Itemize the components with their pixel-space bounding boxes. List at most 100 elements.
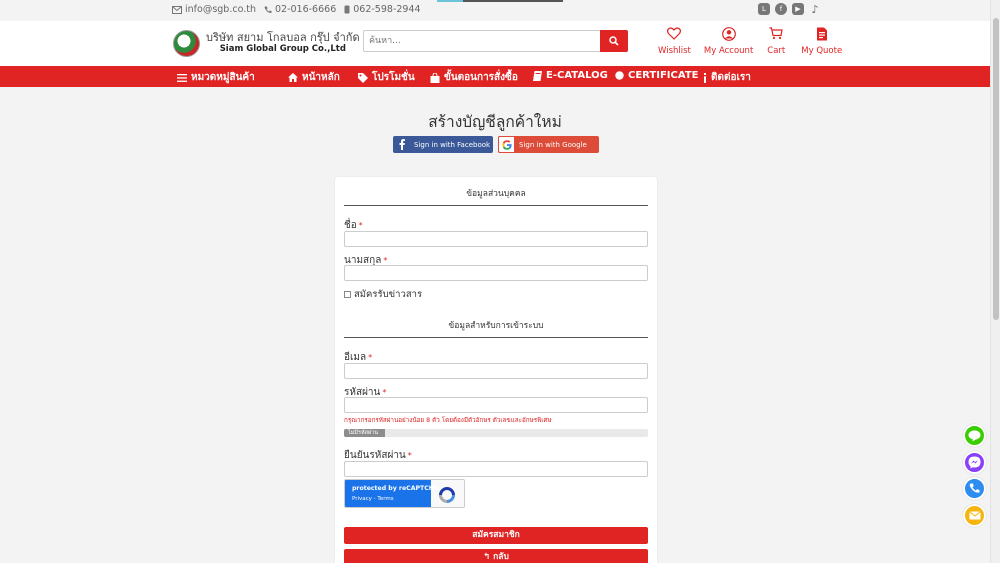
nav-order-steps-label: ขั้นตอนการสั่งซื้อ	[444, 72, 518, 83]
recaptcha-badge: protected by reCAPTCHA Privacy - Terms	[345, 480, 439, 507]
my-quote-button[interactable]: My Quote	[801, 26, 842, 56]
back-arrow-icon: ↰	[483, 552, 494, 562]
nav-contact[interactable]: ติดต่อเรา	[703, 70, 751, 85]
newsletter-checkbox[interactable]	[344, 291, 351, 298]
nav-promotion[interactable]: โปรโมชั่น	[358, 70, 415, 85]
recaptcha-text: protected by reCAPTCHA	[352, 485, 439, 492]
facebook-signin-button[interactable]: Sign in with Facebook	[393, 136, 493, 153]
search-input[interactable]	[364, 31, 599, 51]
cart-icon	[769, 27, 783, 40]
book-icon	[533, 70, 542, 81]
last-name-input[interactable]	[344, 265, 648, 281]
mobile-icon	[344, 5, 350, 14]
nav-categories-label: หมวดหมู่สินค้า	[191, 72, 255, 83]
line-chat-button[interactable]	[963, 424, 986, 447]
phone-text: 02-016-6666	[274, 4, 337, 15]
cart-button[interactable]: Cart	[767, 26, 785, 56]
phone-contact[interactable]: 02-016-6666	[264, 4, 336, 15]
search-icon	[609, 36, 619, 46]
nav-certificate[interactable]: CERTIFICATE	[615, 70, 698, 81]
messenger-button[interactable]	[963, 451, 986, 474]
section-login-info: ข้อมูลสำหรับการเข้าระบบ	[344, 318, 648, 338]
cart-label: Cart	[767, 46, 786, 56]
nav-order-steps[interactable]: ขั้นตอนการสั่งซื้อ	[430, 70, 518, 85]
confirm-password-label-text: ยืนยันรหัสผ่าน	[344, 450, 406, 461]
my-quote-label: My Quote	[801, 46, 843, 56]
search-button[interactable]	[600, 30, 628, 52]
tag-icon	[358, 72, 368, 83]
facebook-icon	[399, 139, 405, 150]
first-name-label-text: ชื่อ	[344, 220, 357, 231]
password-strength-fill: ไม่มีรหัสผ่าน	[344, 429, 385, 437]
required-mark: *	[382, 388, 387, 397]
tiktok-social-icon[interactable]: ♪	[809, 3, 821, 16]
required-mark: *	[358, 221, 363, 230]
recaptcha-widget[interactable]: protected by reCAPTCHA Privacy - Terms	[344, 479, 465, 508]
header-actions: Wishlist My Account Cart My Quote	[650, 26, 842, 56]
nav-ecatalog-label: E-CATALOG	[546, 70, 608, 81]
wishlist-label: Wishlist	[658, 46, 691, 56]
nav-certificate-label: CERTIFICATE	[628, 70, 699, 81]
contact-info: info@sgb.co.th 02-016-6666 062-598-2944	[172, 4, 421, 15]
company-name-en: Siam Global Group Co.,Ltd	[219, 43, 346, 54]
line-chat-icon	[968, 429, 981, 441]
phone-call-icon	[969, 483, 980, 493]
info-icon	[704, 72, 706, 83]
password-strength-meter: ไม่มีรหัสผ่าน	[344, 429, 648, 437]
phone-call-button[interactable]	[963, 477, 986, 500]
page-title: สร้างบัญชีลูกค้าใหม่	[428, 113, 562, 131]
email-input[interactable]	[344, 363, 648, 379]
messenger-icon	[968, 456, 981, 469]
envelope-icon	[968, 511, 981, 520]
browser-tab-indicator	[437, 0, 563, 2]
youtube-social-icon[interactable]: ▶	[792, 3, 804, 15]
shopping-bag-icon	[430, 72, 440, 83]
home-icon	[288, 73, 298, 82]
email-text: info@sgb.co.th	[185, 4, 256, 15]
site-logo[interactable]: บริษัท สยาม โกลบอล กรุ๊ป จำกัด Siam Glob…	[173, 30, 360, 57]
recaptcha-links[interactable]: Privacy - Terms	[352, 496, 431, 502]
mobile-text: 062-598-2944	[353, 4, 421, 15]
facebook-social-icon[interactable]: f	[775, 3, 787, 15]
mail-icon	[172, 5, 182, 14]
line-social-icon[interactable]: L	[758, 3, 770, 15]
nav-home-label: หน้าหลัก	[302, 72, 340, 83]
nav-ecatalog[interactable]: E-CATALOG	[533, 70, 608, 81]
register-button[interactable]: สมัครสมาชิก	[344, 527, 648, 544]
nav-contact-label: ติดต่อเรา	[711, 72, 751, 83]
nav-home[interactable]: หน้าหลัก	[288, 70, 340, 85]
newsletter-option[interactable]: สมัครรับข่าวสาร	[344, 287, 422, 302]
my-account-label: My Account	[703, 46, 754, 56]
confirm-password-input[interactable]	[344, 461, 648, 477]
facebook-signin-label: Sign in with Facebook	[414, 140, 491, 149]
required-mark: *	[383, 256, 388, 265]
back-button[interactable]: ↰ กลับ	[344, 549, 648, 563]
google-signin-button[interactable]: Sign in with Google	[498, 136, 599, 153]
top-bar: info@sgb.co.th 02-016-6666 062-598-2944 …	[0, 0, 990, 21]
password-hint: กรุณากรอกรหัสผ่านอย่างน้อย 8 ตัว โดยต้อง…	[344, 417, 552, 424]
first-name-input[interactable]	[344, 231, 648, 247]
phone-icon	[264, 6, 272, 13]
required-mark: *	[407, 451, 412, 460]
email-contact[interactable]: info@sgb.co.th	[172, 4, 256, 15]
google-signin-label: Sign in with Google	[519, 140, 587, 149]
document-quote-icon	[816, 27, 827, 40]
hamburger-menu-icon	[177, 73, 187, 82]
password-input[interactable]	[344, 397, 648, 413]
section-personal-info: ข้อมูลส่วนบุคคล	[344, 186, 648, 206]
main-navigation: หมวดหมู่สินค้า หน้าหลัก โปรโมชั่น ขั้นตอ…	[0, 66, 990, 87]
registration-form: ข้อมูลส่วนบุคคล ชื่อ * นามสกุล * สมัครรับข…	[335, 177, 657, 563]
user-icon	[721, 26, 736, 41]
site-header: บริษัท สยาม โกลบอล กรุ๊ป จำกัด Siam Glob…	[0, 21, 990, 66]
nav-promotion-label: โปรโมชั่น	[372, 72, 415, 83]
heart-icon	[667, 27, 682, 40]
wishlist-button[interactable]: Wishlist	[658, 26, 691, 56]
newsletter-label: สมัครรับข่าวสาร	[354, 289, 423, 300]
email-button[interactable]	[963, 504, 986, 527]
my-account-button[interactable]: My Account	[704, 26, 753, 56]
nav-categories[interactable]: หมวดหมู่สินค้า	[177, 70, 255, 85]
mobile-contact[interactable]: 062-598-2944	[344, 4, 421, 15]
scrollbar-thumb[interactable]	[993, 18, 999, 320]
page-scrollbar[interactable]	[990, 0, 1000, 563]
certificate-icon	[615, 71, 624, 80]
